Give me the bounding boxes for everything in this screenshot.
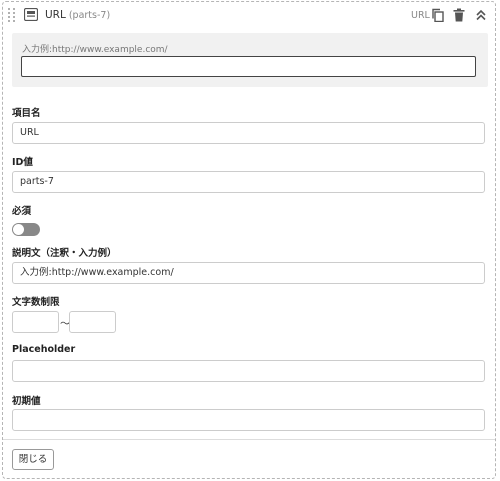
panel-header: URL (parts-7) URL [3,2,495,28]
toggle-knob [13,224,24,235]
trash-icon[interactable] [452,8,466,22]
char-limit-label: 文字数制限 [12,297,60,308]
id-value-label: ID値 [12,157,33,168]
field-title: URL [45,9,66,21]
char-limit-min-input[interactable] [12,311,59,333]
field-settings-panel: URL (parts-7) URL 入力例:http://www.example.… [2,1,496,479]
description-label: 説明文（注釈・入力例） [12,248,117,259]
placeholder-label: Placeholder [12,344,76,355]
field-type-icon [24,8,38,21]
item-name-label: 項目名 [12,108,41,119]
field-preview: 入力例:http://www.example.com/ [12,33,488,87]
footer-divider [3,439,495,440]
id-value-input[interactable]: parts-7 [12,171,485,193]
placeholder-input[interactable] [12,360,485,382]
field-type-label: URL [411,10,430,21]
description-input[interactable]: 入力例:http://www.example.com/ [12,262,485,284]
collapse-chevrons-icon[interactable] [474,8,488,22]
required-label: 必須 [12,206,32,217]
initial-value-label: 初期値 [12,396,41,407]
char-limit-max-input[interactable] [69,311,116,333]
part-id: (parts-7) [68,10,111,21]
drag-handle-icon[interactable] [8,8,17,22]
initial-value-input[interactable] [12,409,485,431]
close-button[interactable]: 閉じる [12,449,54,470]
item-name-input[interactable]: URL [12,122,485,144]
panel-title: URL (parts-7) [45,9,110,21]
required-toggle[interactable] [12,223,40,236]
preview-hint: 入力例:http://www.example.com/ [22,45,168,55]
copy-icon[interactable] [431,8,445,22]
preview-url-input[interactable] [21,56,476,77]
